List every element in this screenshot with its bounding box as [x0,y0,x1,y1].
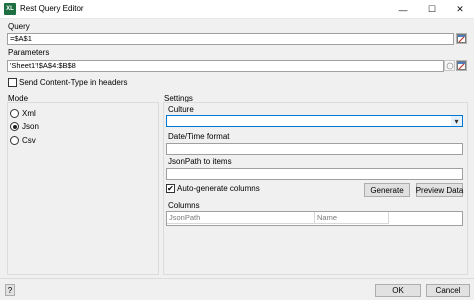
datetime-format-input[interactable] [166,143,463,155]
clear-icon [446,62,453,69]
send-content-type-checkbox[interactable] [8,78,17,87]
help-button[interactable]: ? [5,284,15,296]
maximize-button[interactable]: ☐ [418,0,446,19]
preview-data-button[interactable]: Preview Data [416,183,463,197]
mode-radio-csv[interactable] [10,136,19,145]
culture-label: Culture [168,105,194,114]
app-icon: XL [4,3,16,15]
range-picker-icon [457,34,466,43]
query-label: Query [8,22,30,31]
maximize-icon: ☐ [427,4,437,14]
jsonpath-label: JsonPath to items [168,157,232,166]
window-title: Rest Query Editor [20,4,84,13]
close-button[interactable]: ✕ [446,0,474,19]
title-bar: XL Rest Query Editor — ☐ ✕ [0,0,474,19]
column-header-name[interactable]: Name [315,212,389,224]
minimize-button[interactable]: — [389,0,417,19]
auto-generate-checkbox[interactable]: ✔ [166,184,175,193]
parameters-input[interactable]: 'Sheet1'!$A$4:$B$8 [7,60,444,72]
chevron-down-icon[interactable]: ▾ [451,116,462,126]
mode-radio-xml[interactable] [10,109,19,118]
auto-generate-label: Auto-generate columns [177,184,260,193]
generate-button[interactable]: Generate [364,183,410,197]
ok-button[interactable]: OK [375,284,421,297]
range-picker-icon [457,61,466,70]
query-range-picker-button[interactable] [456,33,467,44]
jsonpath-input[interactable] [166,168,463,180]
mode-option-label: Xml [22,109,36,118]
footer-divider [0,278,474,279]
mode-option-label: Csv [22,136,36,145]
send-content-type-label: Send Content-Type in headers [19,78,128,87]
columns-grid[interactable]: JsonPath Name [166,211,463,226]
mode-option-label: Json [22,122,39,131]
datetime-format-label: Date/Time format [168,132,230,141]
culture-select[interactable] [166,115,463,127]
query-input[interactable]: =$A$1 [7,33,454,45]
parameters-clear-button[interactable] [444,60,455,71]
parameters-label: Parameters [8,48,50,57]
column-header-jsonpath[interactable]: JsonPath [167,212,315,224]
close-icon: ✕ [456,4,464,14]
mode-radio-json[interactable] [10,122,19,131]
cancel-button[interactable]: Cancel [426,284,470,297]
columns-label: Columns [168,201,200,210]
minimize-icon: — [398,4,408,15]
parameters-range-picker-button[interactable] [456,60,467,71]
